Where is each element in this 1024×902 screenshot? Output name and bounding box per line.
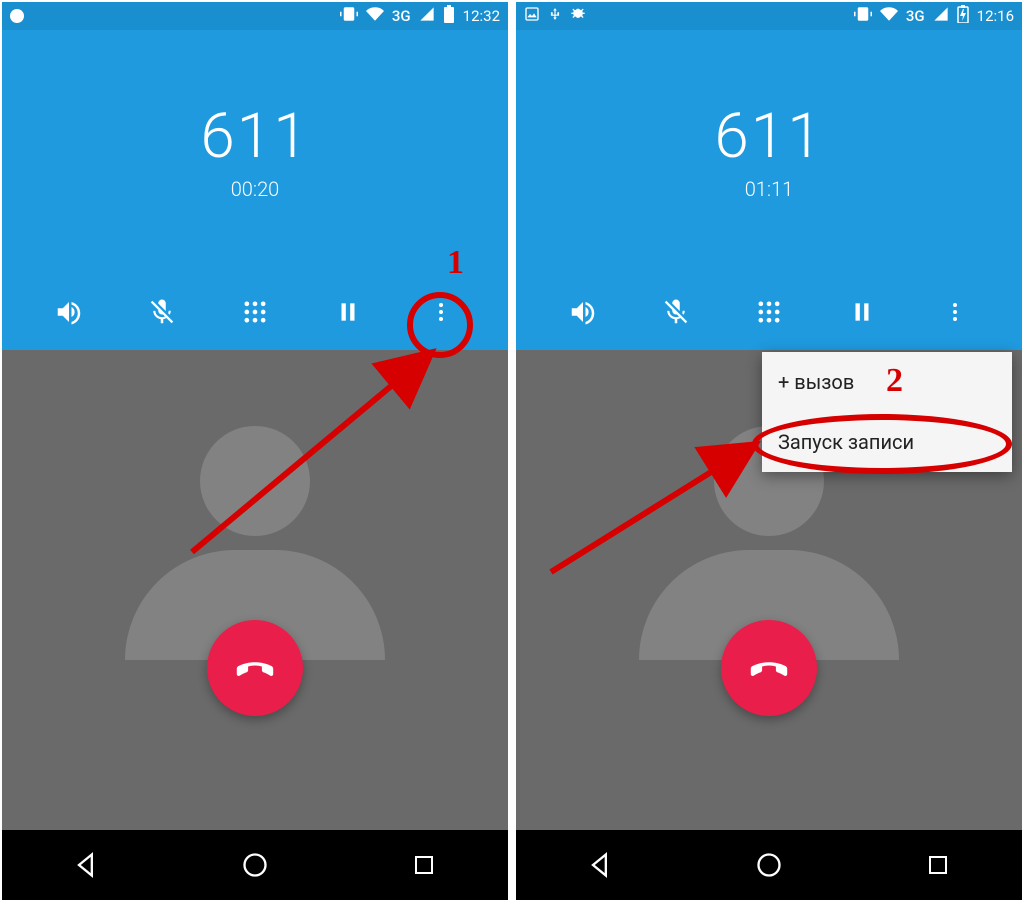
speaker-button[interactable]	[563, 292, 603, 332]
wifi-icon	[366, 5, 384, 27]
usb-icon	[548, 5, 562, 27]
vibrate-icon	[340, 5, 358, 27]
mute-button[interactable]	[142, 292, 182, 332]
call-timer: 01:11	[745, 177, 794, 201]
recents-button[interactable]	[400, 841, 448, 889]
image-notification-icon	[524, 6, 540, 26]
clock-label: 12:16	[977, 7, 1014, 25]
dialpad-button[interactable]	[749, 292, 789, 332]
end-call-button[interactable]	[207, 620, 303, 716]
menu-item-add-call[interactable]: + вызов	[762, 352, 1012, 412]
call-header: 611 00:20	[2, 30, 508, 350]
battery-charging-icon	[957, 5, 969, 27]
call-actions-row	[2, 292, 508, 332]
battery-icon	[443, 5, 455, 27]
network-type-label: 3G	[906, 7, 925, 25]
call-actions-row	[516, 292, 1022, 332]
end-call-button[interactable]	[721, 620, 817, 716]
home-button[interactable]	[231, 841, 279, 889]
notification-dot-icon	[10, 9, 24, 23]
network-type-label: 3G	[392, 7, 411, 25]
clock-label: 12:32	[463, 7, 500, 25]
overflow-menu-button[interactable]	[935, 292, 975, 332]
home-button[interactable]	[745, 841, 793, 889]
overflow-menu-button[interactable]	[421, 292, 461, 332]
mute-button[interactable]	[656, 292, 696, 332]
status-bar: 3G 12:16	[516, 2, 1022, 30]
overflow-menu-popup: + вызов Запуск записи	[762, 352, 1012, 472]
menu-item-start-record[interactable]: Запуск записи	[762, 412, 1012, 472]
phone-screenshot-left: 3G 12:32 611 00:20	[2, 2, 508, 900]
vibrate-icon	[854, 5, 872, 27]
status-bar: 3G 12:32	[2, 2, 508, 30]
call-number: 611	[714, 100, 823, 173]
hold-button[interactable]	[328, 292, 368, 332]
speaker-button[interactable]	[49, 292, 89, 332]
call-timer: 00:20	[231, 177, 280, 201]
wifi-icon	[880, 5, 898, 27]
navigation-bar	[2, 830, 508, 900]
back-button[interactable]	[62, 841, 110, 889]
navigation-bar	[516, 830, 1022, 900]
signal-icon	[933, 6, 949, 26]
recents-button[interactable]	[914, 841, 962, 889]
debug-icon	[570, 6, 586, 26]
dialpad-button[interactable]	[235, 292, 275, 332]
back-button[interactable]	[576, 841, 624, 889]
phone-screenshot-right: 3G 12:16 611 01:11	[516, 2, 1022, 900]
hold-button[interactable]	[842, 292, 882, 332]
call-header: 611 01:11	[516, 30, 1022, 350]
call-body	[2, 350, 508, 830]
call-number: 611	[200, 100, 309, 173]
signal-icon	[419, 6, 435, 26]
